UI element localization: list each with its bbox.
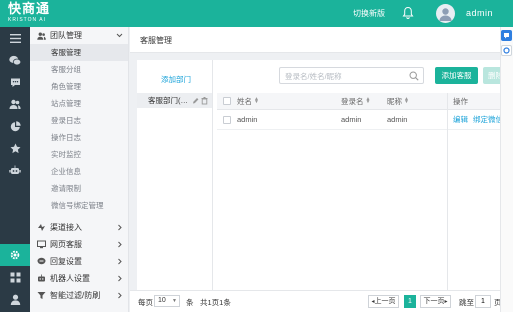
right-rail	[500, 27, 513, 312]
menu-item-agent-groups[interactable]: 客服分组	[30, 61, 128, 78]
person-icon[interactable]	[0, 288, 30, 310]
wechat-icon[interactable]	[0, 49, 30, 71]
content-header: 客服管理	[130, 27, 500, 53]
bell-icon[interactable]	[402, 6, 414, 20]
column-header-name[interactable]: 姓名 ▲ ▼	[237, 93, 259, 109]
monitor-icon	[37, 240, 46, 249]
menu-group-smart-filter[interactable]: 智能过滤/防刷	[30, 287, 128, 304]
menu-item-wechat-binding[interactable]: 微信号绑定管理	[30, 197, 128, 214]
menu-item-login-log[interactable]: 登录日志	[30, 112, 128, 129]
menu-group-channel[interactable]: 渠道接入	[30, 219, 128, 236]
chat-icon[interactable]	[0, 71, 30, 93]
menu-group-label: 渠道接入	[50, 223, 82, 232]
search-icon[interactable]	[409, 71, 419, 81]
current-page[interactable]: 1	[404, 295, 416, 308]
menu-group-web-service[interactable]: 网页客服	[30, 236, 128, 253]
department-node-label: 客服部门(…	[148, 96, 188, 105]
users-icon	[37, 31, 46, 40]
menu-group-label: 智能过滤/防刷	[50, 291, 101, 300]
add-department-link[interactable]: 添加部门	[161, 74, 191, 85]
chevron-right-icon	[116, 257, 123, 266]
filter-icon	[37, 291, 46, 300]
menu-item-sites[interactable]: 站点管理	[30, 95, 128, 112]
per-page-label: 每页	[138, 298, 153, 307]
star-icon[interactable]	[0, 137, 30, 159]
robot-icon[interactable]	[0, 159, 30, 181]
menu-item-operation-log[interactable]: 操作日志	[30, 129, 128, 146]
switch-version-link[interactable]: 切换新版	[353, 8, 385, 19]
brand-logo: 快商通 KRISTON AI	[8, 2, 52, 24]
menu-group-reply-settings[interactable]: 回复设置	[30, 253, 128, 270]
menu-item-invite-limit[interactable]: 邀请限制	[30, 180, 128, 197]
menu-group-label: 回复设置	[50, 257, 82, 266]
chevron-down-icon	[116, 31, 123, 40]
chevron-right-icon	[116, 223, 123, 232]
logo-subtext: KRISTON AI	[8, 17, 46, 23]
chevron-right-icon: ▸	[444, 299, 448, 305]
page-size-select[interactable]: 10 ▼	[154, 295, 180, 307]
menu-item-roles[interactable]: 角色管理	[30, 78, 128, 95]
menu-item-agent-management[interactable]: 客服管理	[30, 44, 128, 61]
username[interactable]: admin	[466, 8, 493, 18]
add-agent-button[interactable]: 添加客服	[435, 67, 478, 84]
select-all-checkbox[interactable]	[223, 93, 231, 109]
pagination-bar: 每页 10 ▼ 条 共1页1条 ◂上一页 1 下一页▸ 跳至 页	[130, 290, 502, 312]
sort-icon[interactable]: ▲ ▼	[254, 97, 259, 105]
gear-icon[interactable]	[0, 244, 30, 266]
menu-group-label: 机器人设置	[50, 274, 90, 283]
jump-page-input[interactable]	[475, 295, 491, 308]
caret-down-icon: ▼	[172, 298, 177, 304]
prev-page-button[interactable]: ◂上一页	[368, 295, 399, 308]
sidebar-menu: 团队管理 客服管理 客服分组 角色管理 站点管理 登录日志 操作日志 实时监控 …	[30, 27, 129, 312]
menu-group-team[interactable]: 团队管理	[30, 27, 128, 44]
reply-icon	[37, 257, 46, 266]
sort-icon[interactable]: ▲ ▼	[404, 97, 409, 105]
channel-icon	[37, 223, 46, 232]
menu-group-robot-settings[interactable]: 机器人设置	[30, 270, 128, 287]
cell-nick: admin	[387, 115, 408, 124]
column-header-nick[interactable]: 昵称 ▲ ▼	[387, 93, 409, 109]
department-node[interactable]: 客服部门(…	[137, 93, 212, 108]
icon-rail	[0, 27, 30, 312]
users-icon[interactable]	[0, 93, 30, 115]
column-header-login[interactable]: 登录名 ▲ ▼	[341, 93, 371, 109]
menu-item-realtime-monitor[interactable]: 实时监控	[30, 146, 128, 163]
robot-icon	[37, 274, 46, 283]
trash-icon[interactable]	[201, 96, 208, 105]
next-page-button[interactable]: 下一页▸	[420, 295, 451, 308]
chevron-right-icon	[116, 291, 123, 300]
settings-float-icon[interactable]	[501, 45, 512, 56]
page-total: 共1页1条	[200, 298, 231, 307]
user-avatar[interactable]	[436, 4, 455, 23]
sort-icon[interactable]: ▲ ▼	[366, 97, 371, 105]
jump-label: 跳至	[459, 298, 474, 307]
menu-item-company-info[interactable]: 企业信息	[30, 163, 128, 180]
cell-name: admin	[237, 115, 258, 124]
menu-icon[interactable]	[0, 27, 30, 49]
department-panel: 添加部门 客服部门(…	[137, 60, 213, 290]
cell-login: admin	[341, 115, 362, 124]
search-input[interactable]	[285, 70, 405, 82]
content-panel: 添加部门 客服部门(… 添加客服 删除 姓名▲▼ 登录名▲▼ 昵称▲▼ 操作 a…	[137, 60, 513, 312]
grid-icon[interactable]	[0, 266, 30, 288]
menu-group-label: 网页客服	[50, 240, 82, 249]
menu-group-label: 团队管理	[50, 31, 82, 40]
page-title: 客服管理	[140, 36, 172, 45]
edit-icon[interactable]	[192, 96, 199, 105]
row-checkbox[interactable]	[223, 110, 231, 129]
search-box[interactable]	[279, 67, 424, 84]
per-page-unit: 条	[186, 298, 194, 307]
chevron-right-icon	[116, 274, 123, 283]
chevron-right-icon	[116, 240, 123, 249]
service-float-icon[interactable]	[501, 30, 512, 41]
logo-text: 快商通	[8, 2, 51, 17]
top-header: 快商通 KRISTON AI 切换新版 admin	[0, 0, 513, 27]
pie-chart-icon[interactable]	[0, 115, 30, 137]
